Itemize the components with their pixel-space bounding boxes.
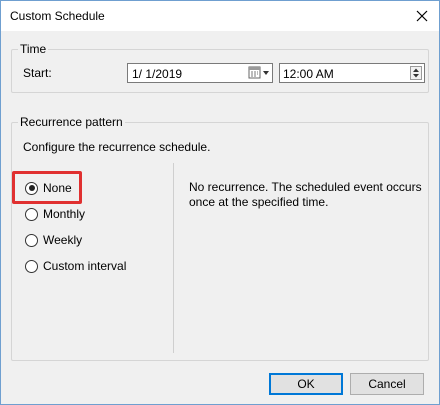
- radio-custom-interval-label: Custom interval: [43, 259, 127, 273]
- window-title: Custom Schedule: [10, 9, 105, 23]
- calendar-dropdown-icon: [248, 66, 269, 79]
- start-date-picker[interactable]: 1/ 1/2019: [127, 63, 273, 83]
- calendar-dropdown-button[interactable]: [248, 66, 270, 80]
- recurrence-description: No recurrence. The scheduled event occur…: [189, 180, 422, 209]
- start-label: Start:: [23, 66, 52, 80]
- cancel-button[interactable]: Cancel: [350, 373, 424, 395]
- close-icon: [416, 10, 428, 22]
- radio-monthly[interactable]: Monthly: [25, 206, 85, 222]
- vertical-divider: [173, 163, 174, 353]
- radio-weekly[interactable]: Weekly: [25, 232, 82, 248]
- custom-schedule-dialog: Custom Schedule Time Start: 1/ 1/2019 12…: [0, 0, 440, 405]
- radio-none-button[interactable]: [25, 181, 38, 195]
- start-time-picker[interactable]: 12:00 AM: [279, 63, 425, 83]
- radio-monthly-label: Monthly: [43, 207, 86, 221]
- ok-button[interactable]: OK: [269, 373, 343, 395]
- recurrence-instruction: Configure the recurrence schedule.: [23, 140, 211, 154]
- radio-none-label: None: [43, 181, 72, 195]
- time-spinner[interactable]: [410, 66, 422, 80]
- radio-custom-interval-button[interactable]: [25, 259, 38, 273]
- time-group-legend: Time: [18, 42, 49, 56]
- spin-down-icon[interactable]: [411, 73, 421, 79]
- recurrence-group-legend: Recurrence pattern: [18, 115, 125, 129]
- radio-custom-interval[interactable]: Custom interval: [25, 258, 126, 274]
- start-date-value: 1/ 1/2019: [132, 67, 183, 81]
- radio-weekly-label: Weekly: [43, 233, 83, 247]
- start-time-value: 12:00 AM: [283, 67, 334, 81]
- title-bar: Custom Schedule: [1, 1, 439, 31]
- radio-none[interactable]: None: [25, 180, 72, 196]
- radio-monthly-button[interactable]: [25, 207, 38, 221]
- radio-weekly-button[interactable]: [25, 233, 38, 247]
- close-button[interactable]: [405, 1, 439, 31]
